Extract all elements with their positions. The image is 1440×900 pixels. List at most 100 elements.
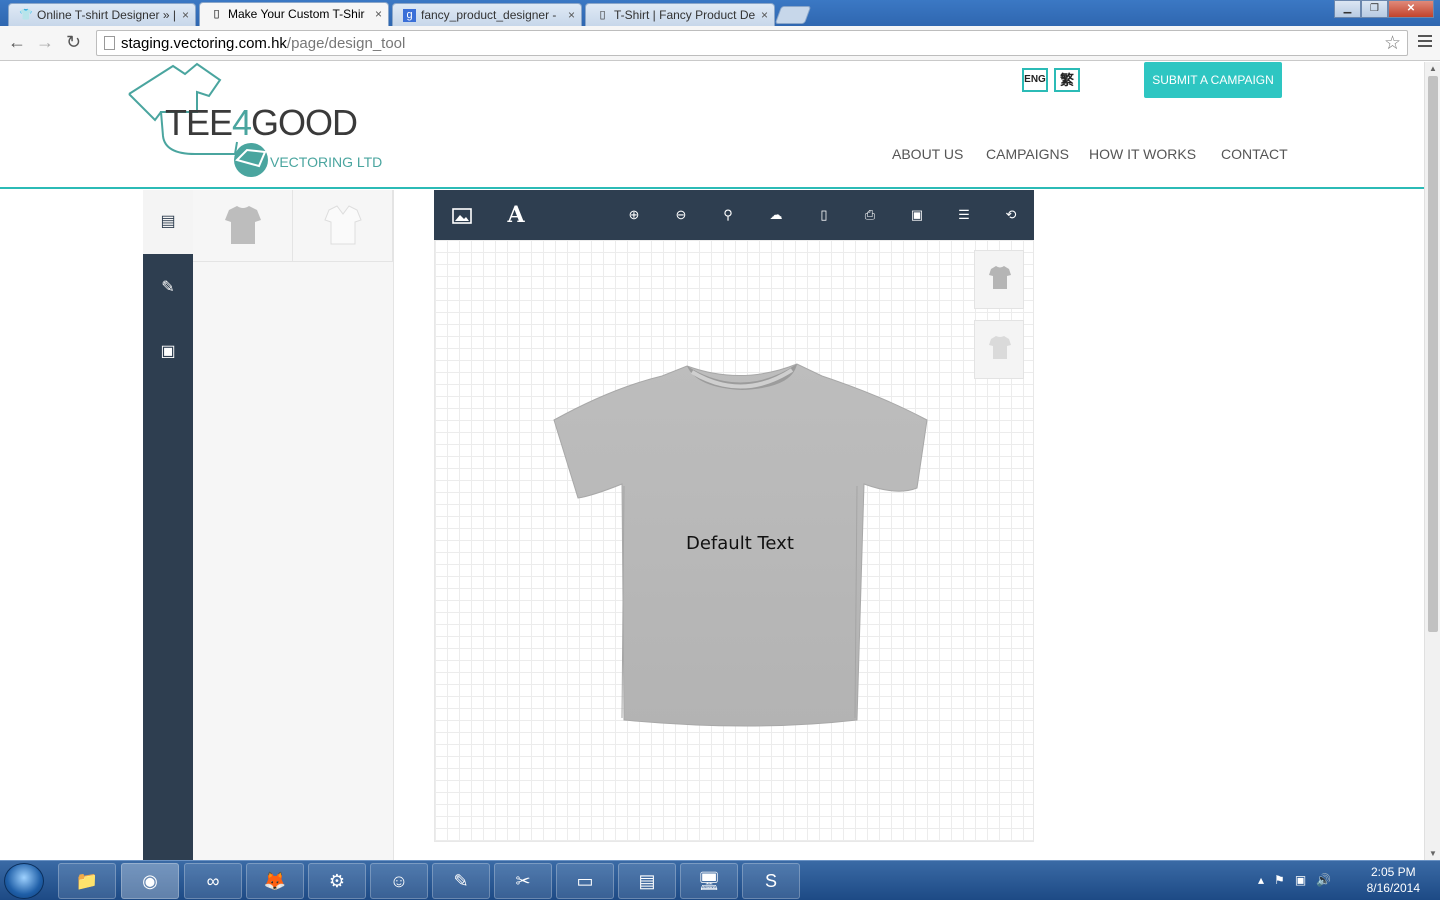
refresh-icon[interactable]: ⟲ <box>996 190 1026 240</box>
logo-text-tee: TEE <box>165 102 233 143</box>
scroll-up-icon[interactable]: ▲ <box>1429 64 1437 73</box>
minimize-icon[interactable]: ▁ <box>1334 0 1361 18</box>
logo-wordmark: TEE4GOOD <box>165 102 358 144</box>
network-icon[interactable]: ▣ <box>1295 873 1306 887</box>
volume-icon[interactable]: 🔊 <box>1316 873 1331 887</box>
designer-toolbar: A ⊕ ⊖ ⚲ ☁ ▯ ⎙ ▣ ☰ ⟲ <box>434 190 1034 240</box>
close-icon[interactable]: × <box>375 7 382 21</box>
tshirt-back-icon <box>989 336 1011 359</box>
page-scrollbar[interactable]: ▲ ▼ <box>1424 62 1440 860</box>
design-canvas[interactable]: Default Text <box>434 240 1034 842</box>
bookmark-star-icon[interactable]: ☆ <box>1384 32 1401 55</box>
google-icon: g <box>403 9 416 22</box>
tab-title: Make Your Custom T-Shir <box>228 7 365 21</box>
forward-icon[interactable]: → <box>36 32 54 53</box>
app-icon[interactable]: ⚙ <box>308 863 366 899</box>
tray-expand-icon[interactable]: ▴ <box>1258 873 1264 887</box>
product-thumb-tshirt[interactable] <box>193 190 293 262</box>
lang-eng-button[interactable]: ENG <box>1022 68 1048 92</box>
tshirt-front-icon <box>989 266 1011 289</box>
close-icon[interactable]: × <box>568 8 575 22</box>
window-controls: ▁ ❐ ✕ <box>1334 0 1434 18</box>
cloud-download-icon[interactable]: ☁ <box>761 190 791 240</box>
file-icon[interactable]: ▯ <box>809 190 839 240</box>
nav-contact[interactable]: CONTACT <box>1221 146 1288 162</box>
close-icon[interactable]: × <box>182 8 189 22</box>
nav-about-us[interactable]: ABOUT US <box>892 146 963 162</box>
clock-date: 8/16/2014 <box>1366 881 1420 895</box>
browser-toolbar: ← → ↻ staging.vectoring.com.hk/page/desi… <box>0 26 1440 61</box>
shirt-icon: 👕 <box>19 9 33 21</box>
address-bar[interactable]: staging.vectoring.com.hk/page/design_too… <box>96 30 1408 56</box>
edit-icon[interactable]: ✎ <box>143 256 193 320</box>
site-logo[interactable]: TEE4GOOD VECTORING LTD <box>125 62 385 180</box>
view-back-thumb[interactable] <box>974 320 1024 379</box>
logo-subtitle: VECTORING LTD <box>270 154 383 170</box>
submit-campaign-button[interactable]: SUBMIT A CAMPAIGN <box>1144 62 1282 98</box>
back-icon[interactable]: ← <box>8 32 26 53</box>
polo-thumb-icon <box>324 205 362 245</box>
logo-text-four: 4 <box>232 102 252 143</box>
lang-traditional-button[interactable]: 繁 <box>1054 68 1080 92</box>
url-host: staging.vectoring.com.hk <box>121 35 287 52</box>
maximize-icon[interactable]: ❐ <box>1361 0 1388 18</box>
list-icon[interactable]: ☰ <box>949 190 979 240</box>
visual-studio-icon[interactable]: ∞ <box>184 863 242 899</box>
tab-title: Online T-shirt Designer » | <box>37 8 176 22</box>
page: TEE4GOOD VECTORING LTD ENG 繁 SUBMIT A CA… <box>0 62 1424 860</box>
tab-title: fancy_product_designer - <box>421 8 557 22</box>
chrome-icon[interactable]: ◉ <box>121 863 179 899</box>
browser-tab-active[interactable]: ▯ Make Your Custom T-Shir × <box>199 2 389 26</box>
book-icon[interactable]: ▤ <box>143 190 193 254</box>
explorer-icon[interactable]: 📁 <box>58 863 116 899</box>
header-divider <box>0 187 1424 189</box>
text-icon[interactable]: A <box>501 190 531 240</box>
print-icon[interactable]: ⎙ <box>855 190 885 240</box>
firefox-icon[interactable]: 🦊 <box>246 863 304 899</box>
browser-tab[interactable]: ▯ T-Shirt | Fancy Product De × <box>585 3 775 26</box>
browser-tabstrip: 👕 Online T-shirt Designer » | × ▯ Make Y… <box>0 0 1440 26</box>
editor-icon[interactable]: ✎ <box>432 863 490 899</box>
page-icon <box>104 36 115 50</box>
browser-tab[interactable]: g fancy_product_designer - × <box>392 3 582 26</box>
designer-sidebar: ▤ ✎ ▣ <box>143 190 193 860</box>
url-path: /page/design_tool <box>286 35 406 52</box>
tools-icon[interactable]: ✂ <box>494 863 552 899</box>
flag-icon[interactable]: ⚑ <box>1274 873 1285 887</box>
view-front-thumb[interactable] <box>974 250 1024 309</box>
start-button[interactable] <box>4 863 44 899</box>
nav-campaigns[interactable]: CAMPAIGNS <box>986 146 1069 162</box>
scroll-down-icon[interactable]: ▼ <box>1429 849 1437 858</box>
zoom-out-icon[interactable]: ⊖ <box>666 190 696 240</box>
notes-icon[interactable]: ☺ <box>370 863 428 899</box>
instagram-icon[interactable]: ▣ <box>143 320 193 384</box>
menu-icon[interactable] <box>1418 35 1432 50</box>
os-taskbar: 📁 ◉ ∞ 🦊 ⚙ ☺ ✎ ✂ ▭ ▤ 🖥 S ▴ ⚑ ▣ 🔊 2:05 PM … <box>0 860 1440 900</box>
window-close-icon[interactable]: ✕ <box>1388 0 1434 18</box>
tab-title: T-Shirt | Fancy Product De <box>614 8 756 22</box>
skype-icon[interactable]: S <box>742 863 800 899</box>
reload-icon[interactable]: ↻ <box>66 32 81 53</box>
clock-time: 2:05 PM <box>1370 865 1416 879</box>
save-icon[interactable]: ▣ <box>902 190 932 240</box>
remote-desktop-icon[interactable]: 🖥 <box>680 863 738 899</box>
product-thumb-polo[interactable] <box>293 190 393 262</box>
page-icon: ▯ <box>213 8 220 20</box>
clock[interactable]: 2:05 PM 8/16/2014 <box>1367 864 1420 896</box>
window-app-icon[interactable]: ▭ <box>556 863 614 899</box>
zoom-in-icon[interactable]: ⊕ <box>619 190 649 240</box>
logo-text-good: GOOD <box>251 102 358 143</box>
sticky-notes-icon[interactable]: ▤ <box>618 863 676 899</box>
close-icon[interactable]: × <box>761 8 768 22</box>
products-panel <box>193 190 394 860</box>
image-icon[interactable] <box>447 190 477 240</box>
scrollbar-thumb[interactable] <box>1428 76 1438 632</box>
page-icon: ▯ <box>599 9 606 21</box>
new-tab-button[interactable] <box>774 6 812 24</box>
canvas-text-element[interactable]: Default Text <box>686 533 794 554</box>
tshirt-thumb-icon <box>225 206 261 244</box>
system-tray: ▴ ⚑ ▣ 🔊 <box>1258 873 1331 887</box>
nav-how-it-works[interactable]: HOW IT WORKS <box>1089 146 1196 162</box>
browser-tab[interactable]: 👕 Online T-shirt Designer » | × <box>8 3 196 26</box>
zoom-reset-icon[interactable]: ⚲ <box>713 190 743 240</box>
